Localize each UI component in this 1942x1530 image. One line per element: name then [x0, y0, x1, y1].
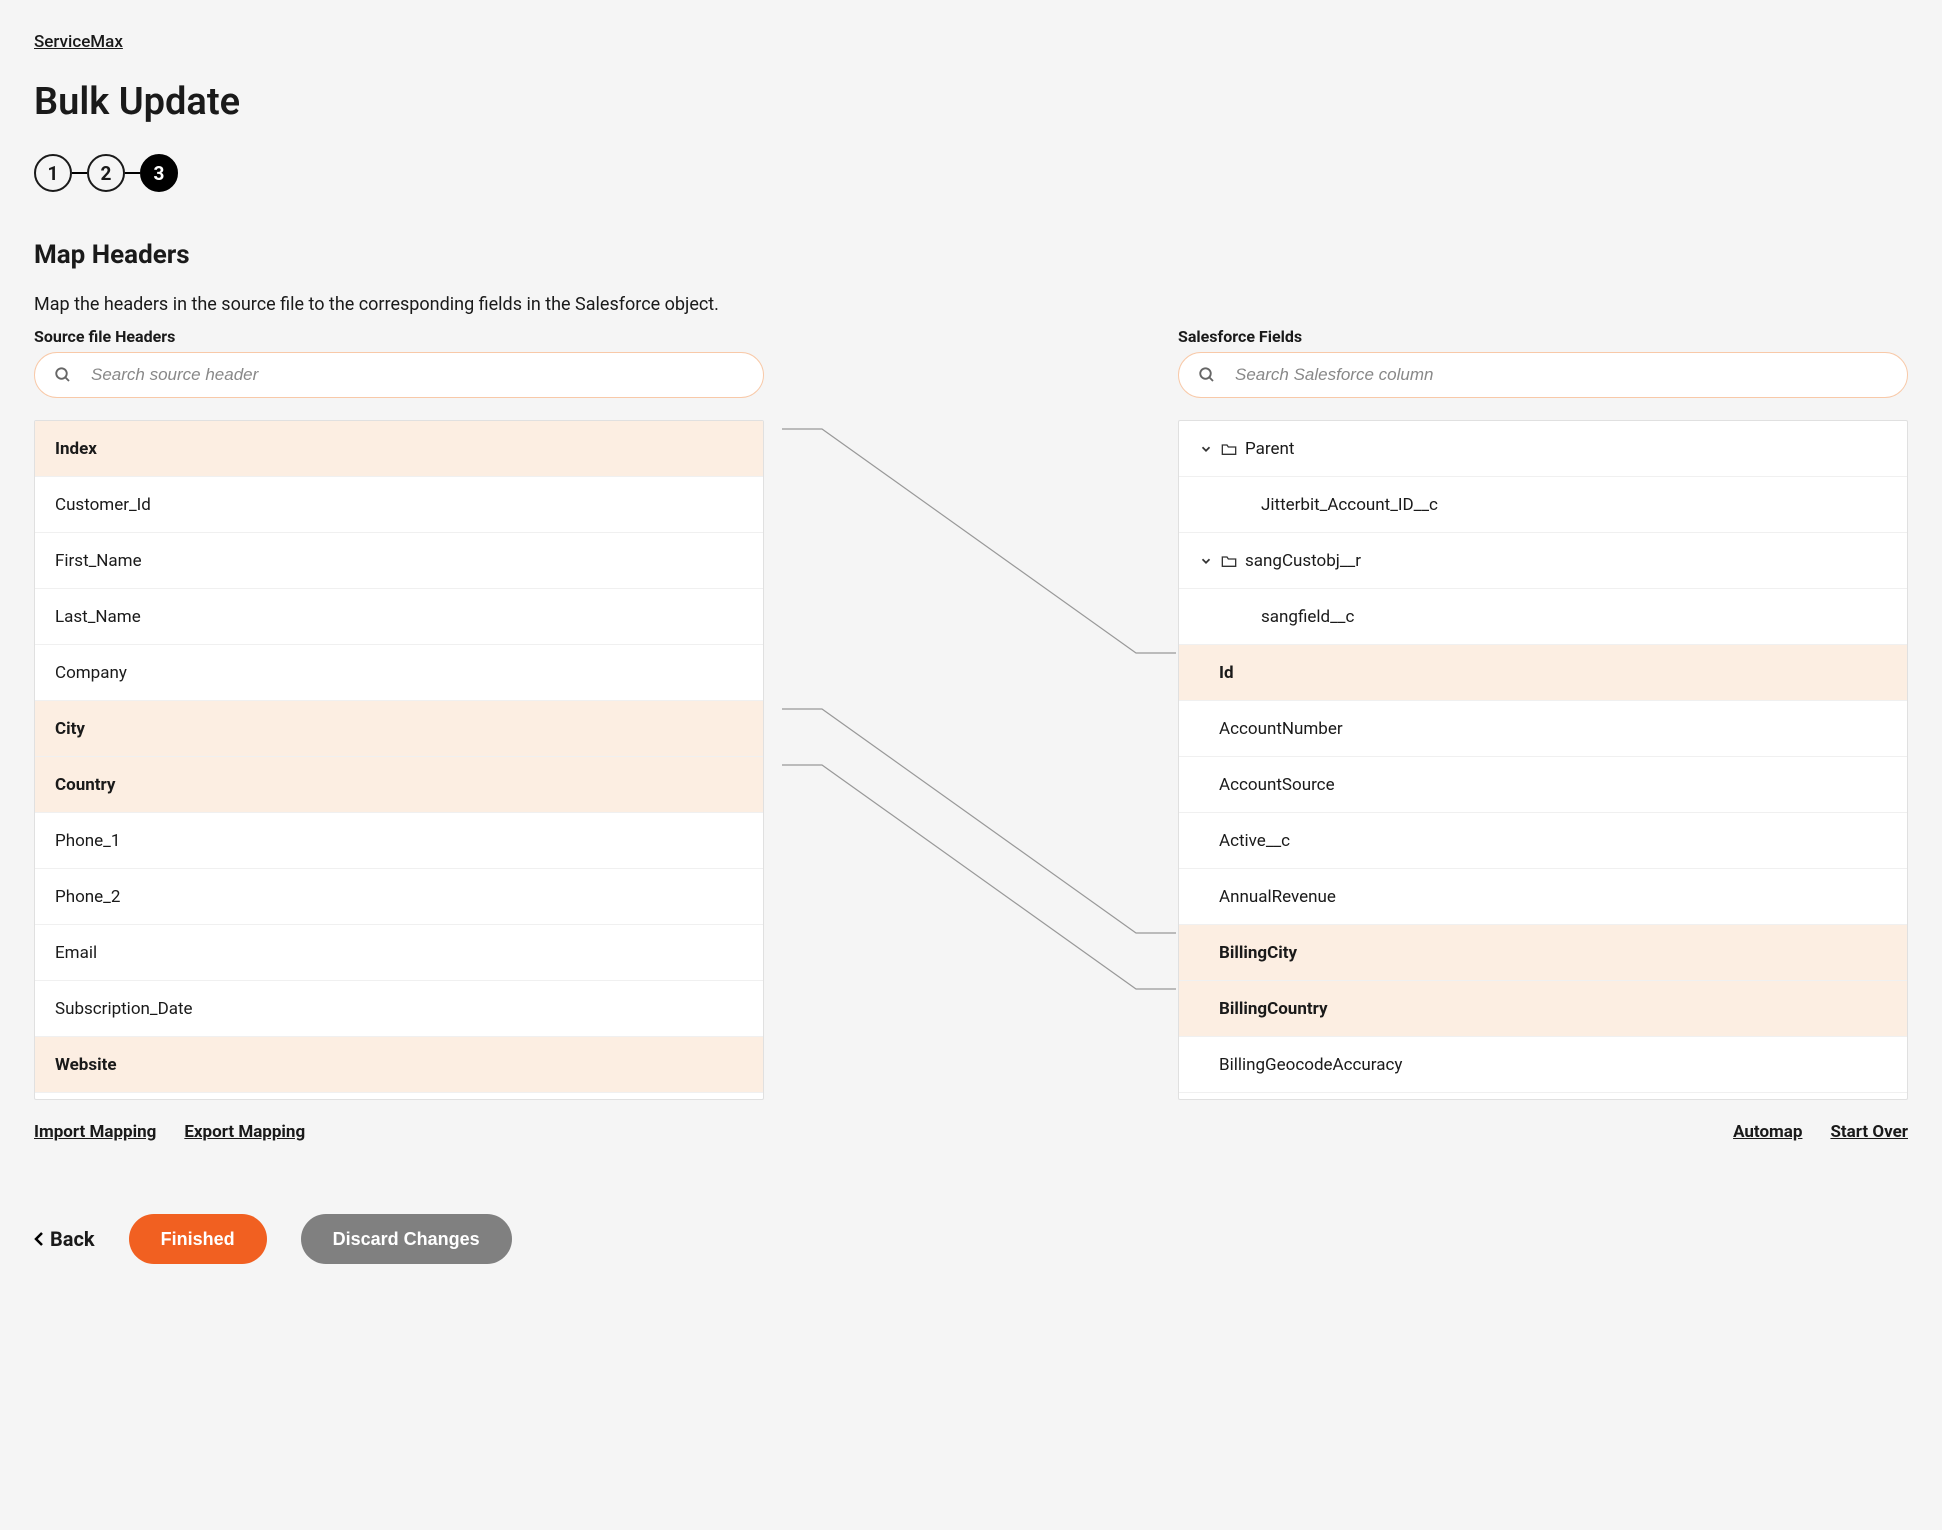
tree-parent-node[interactable]: sangCustobj__r — [1179, 533, 1907, 589]
source-item[interactable]: Company — [35, 645, 763, 701]
salesforce-column: Salesforce Fields Parent Jitterbit_Accou… — [1178, 327, 1908, 1100]
source-item[interactable]: Phone_1 — [35, 813, 763, 869]
mapping-connectors — [772, 401, 1186, 1081]
chevron-down-icon — [1199, 554, 1213, 568]
back-button[interactable]: Back — [34, 1227, 95, 1251]
salesforce-item[interactable]: Active__c — [1179, 813, 1907, 869]
source-item[interactable]: First_Name — [35, 533, 763, 589]
discard-changes-button[interactable]: Discard Changes — [301, 1214, 512, 1264]
section-desc: Map the headers in the source file to th… — [34, 294, 1908, 315]
footer: Back Finished Discard Changes — [34, 1214, 1908, 1264]
step-connector — [72, 172, 87, 174]
source-item[interactable]: Website — [35, 1037, 763, 1093]
salesforce-item[interactable]: BillingGeocodeAccuracy — [1179, 1037, 1907, 1093]
tree-parent-node[interactable]: Parent — [1179, 421, 1907, 477]
automap-link[interactable]: Automap — [1733, 1122, 1802, 1142]
salesforce-label: Salesforce Fields — [1178, 327, 1908, 346]
back-label: Back — [50, 1227, 95, 1251]
source-item[interactable]: Email — [35, 925, 763, 981]
search-icon — [54, 366, 72, 384]
source-search-input[interactable] — [34, 352, 764, 398]
salesforce-item[interactable]: AnnualRevenue — [1179, 869, 1907, 925]
source-item[interactable]: Country — [35, 757, 763, 813]
source-item[interactable]: Phone_2 — [35, 869, 763, 925]
salesforce-item[interactable]: BillingCity — [1179, 925, 1907, 981]
salesforce-item[interactable]: AccountSource — [1179, 757, 1907, 813]
start-over-link[interactable]: Start Over — [1830, 1122, 1908, 1142]
salesforce-list[interactable]: Parent Jitterbit_Account_ID__c sangCusto… — [1178, 420, 1908, 1100]
action-row: Import Mapping Export Mapping Automap St… — [34, 1122, 1908, 1142]
step-3[interactable]: 3 — [140, 154, 178, 192]
finished-button[interactable]: Finished — [129, 1214, 267, 1264]
source-list[interactable]: Index Customer_Id First_Name Last_Name C… — [34, 420, 764, 1100]
search-icon — [1198, 366, 1216, 384]
page-title: Bulk Update — [34, 80, 1908, 124]
export-mapping-link[interactable]: Export Mapping — [184, 1122, 305, 1142]
source-item[interactable]: City — [35, 701, 763, 757]
step-connector — [125, 172, 140, 174]
step-2[interactable]: 2 — [87, 154, 125, 192]
source-item[interactable]: Subscription_Date — [35, 981, 763, 1037]
tree-child[interactable]: sangfield__c — [1179, 589, 1907, 645]
salesforce-item[interactable]: AccountNumber — [1179, 701, 1907, 757]
section-title: Map Headers — [34, 240, 1908, 270]
step-1[interactable]: 1 — [34, 154, 72, 192]
source-column: Source file Headers Index Customer_Id Fi… — [34, 327, 764, 1100]
import-mapping-link[interactable]: Import Mapping — [34, 1122, 156, 1142]
folder-icon — [1221, 442, 1237, 456]
source-item[interactable]: Index — [35, 421, 763, 477]
salesforce-search-input[interactable] — [1178, 352, 1908, 398]
tree-node-label: Parent — [1245, 439, 1294, 459]
tree-child[interactable]: Jitterbit_Account_ID__c — [1179, 477, 1907, 533]
breadcrumb-link[interactable]: ServiceMax — [34, 32, 123, 52]
source-label: Source file Headers — [34, 327, 764, 346]
chevron-left-icon — [34, 1231, 44, 1247]
source-item[interactable]: Last_Name — [35, 589, 763, 645]
folder-icon — [1221, 554, 1237, 568]
source-item[interactable]: Customer_Id — [35, 477, 763, 533]
salesforce-item[interactable]: BillingCountry — [1179, 981, 1907, 1037]
salesforce-item[interactable]: Id — [1179, 645, 1907, 701]
stepper: 1 2 3 — [34, 154, 1908, 192]
chevron-down-icon — [1199, 442, 1213, 456]
tree-node-label: sangCustobj__r — [1245, 551, 1361, 571]
